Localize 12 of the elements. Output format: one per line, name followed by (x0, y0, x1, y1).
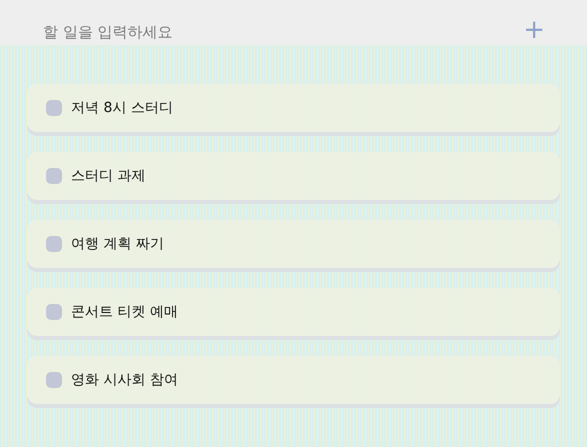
checkbox[interactable] (46, 304, 62, 320)
todo-text: 여행 계획 짜기 (71, 235, 164, 253)
checkbox[interactable] (46, 372, 62, 388)
checkbox[interactable] (46, 100, 62, 116)
add-button[interactable]: + (517, 17, 551, 45)
todo-text: 스터디 과제 (71, 167, 146, 185)
todo-text: 콘서트 티켓 예매 (71, 303, 178, 321)
checkbox[interactable] (46, 168, 62, 184)
checkbox[interactable] (46, 236, 62, 252)
todo-text: 영화 시사회 참여 (71, 371, 178, 389)
todo-input-field[interactable]: 할 일을 입력하세요 (36, 23, 518, 45)
todo-text: 저녁 8시 스터디 (71, 99, 173, 117)
